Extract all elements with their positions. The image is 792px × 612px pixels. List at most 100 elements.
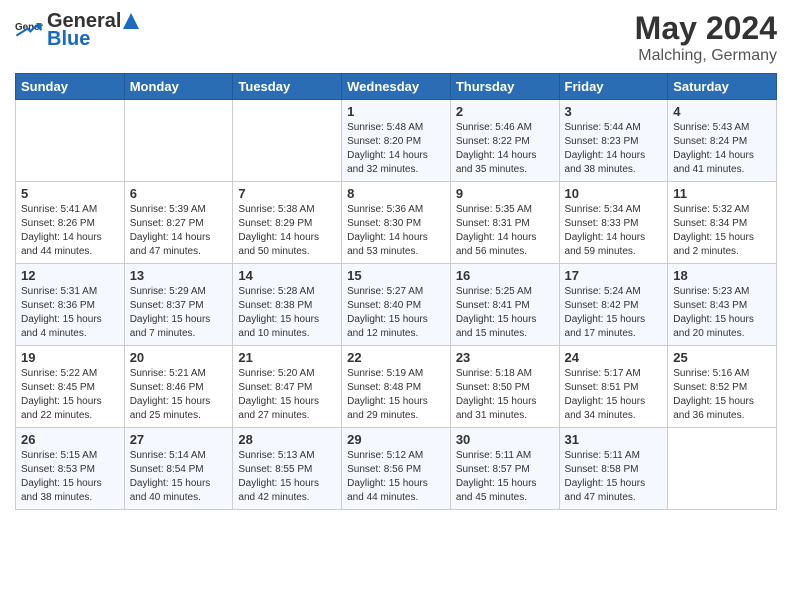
location-subtitle: Malching, Germany <box>635 47 777 65</box>
day-number: 29 <box>347 432 445 447</box>
day-number: 20 <box>130 350 228 365</box>
calendar-cell: 26Sunrise: 5:15 AMSunset: 8:53 PMDayligh… <box>16 428 125 510</box>
day-number: 3 <box>565 104 663 119</box>
day-info: Sunrise: 5:44 AMSunset: 8:23 PMDaylight:… <box>565 121 663 177</box>
calendar-cell: 12 Sunrise: 5:31 AMSunset: 8:36 PMDayligh… <box>16 264 125 346</box>
day-number: 16 <box>456 268 554 283</box>
calendar-cell: 15Sunrise: 5:27 AMSunset: 8:40 PMDayligh… <box>342 264 451 346</box>
day-number: 30 <box>456 432 554 447</box>
day-number: 22 <box>347 350 445 365</box>
calendar-cell: 7 Sunrise: 5:38 AMSunset: 8:29 PMDaylight… <box>233 182 342 264</box>
day-info: Sunrise: 5:21 AMSunset: 8:46 PMDaylight:… <box>130 367 228 423</box>
day-info: Sunrise: 5:35 AMSunset: 8:31 PMDaylight:… <box>456 203 554 259</box>
calendar-header-row: SundayMondayTuesdayWednesdayThursdayFrid… <box>16 74 777 100</box>
calendar-cell: 8Sunrise: 5:36 AMSunset: 8:30 PMDaylight… <box>342 182 451 264</box>
day-info: Sunrise: 5:41 AMSunset: 8:26 PMDaylight:… <box>21 203 119 259</box>
calendar-cell: 9Sunrise: 5:35 AMSunset: 8:31 PMDaylight… <box>450 182 559 264</box>
day-info: Sunrise: 5:17 AMSunset: 8:51 PMDaylight:… <box>565 367 663 423</box>
page-header: General General Blue May 2024 Malching, … <box>15 10 777 65</box>
day-number: 23 <box>456 350 554 365</box>
calendar-week-row: 19 Sunrise: 5:22 AMSunset: 8:45 PMDayligh… <box>16 346 777 428</box>
header-friday: Friday <box>559 74 668 100</box>
day-info: Sunrise: 5:39 AMSunset: 8:27 PMDaylight:… <box>130 203 228 259</box>
day-info: Sunrise: 5:20 AMSunset: 8:47 PMDaylight:… <box>238 367 336 423</box>
day-number: 4 <box>673 104 771 119</box>
day-info: Sunrise: 5:28 AMSunset: 8:38 PMDaylight:… <box>238 285 336 341</box>
title-block: May 2024 Malching, Germany <box>635 10 777 65</box>
day-number: 10 <box>565 186 663 201</box>
day-number: 5 <box>21 186 119 201</box>
day-number: 28 <box>238 432 336 447</box>
day-info: Sunrise: 5:43 AMSunset: 8:24 PMDaylight:… <box>673 121 771 177</box>
day-number: 31 <box>565 432 663 447</box>
header-tuesday: Tuesday <box>233 74 342 100</box>
day-info: Sunrise: 5:38 AMSunset: 8:29 PMDaylight:… <box>238 203 336 259</box>
calendar-cell: 28 Sunrise: 5:13 AMSunset: 8:55 PMDayligh… <box>233 428 342 510</box>
day-info: Sunrise: 5:48 AMSunset: 8:20 PMDaylight:… <box>347 121 445 177</box>
calendar-cell: 1 Sunrise: 5:48 AMSunset: 8:20 PMDaylight… <box>342 100 451 182</box>
calendar-cell: 25 Sunrise: 5:16 AMSunset: 8:52 PMDayligh… <box>668 346 777 428</box>
calendar-cell: 31Sunrise: 5:11 AMSunset: 8:58 PMDayligh… <box>559 428 668 510</box>
day-info: Sunrise: 5:23 AMSunset: 8:43 PMDaylight:… <box>673 285 771 341</box>
header-sunday: Sunday <box>16 74 125 100</box>
calendar-cell <box>233 100 342 182</box>
day-info: Sunrise: 5:31 AMSunset: 8:36 PMDaylight:… <box>21 285 119 341</box>
day-number: 2 <box>456 104 554 119</box>
calendar-cell: 23 Sunrise: 5:18 AMSunset: 8:50 PMDayligh… <box>450 346 559 428</box>
logo-icon: General <box>15 16 43 44</box>
day-info: Sunrise: 5:27 AMSunset: 8:40 PMDaylight:… <box>347 285 445 341</box>
calendar-cell <box>124 100 233 182</box>
header-thursday: Thursday <box>450 74 559 100</box>
day-info: Sunrise: 5:34 AMSunset: 8:33 PMDaylight:… <box>565 203 663 259</box>
header-wednesday: Wednesday <box>342 74 451 100</box>
day-info: Sunrise: 5:22 AMSunset: 8:45 PMDaylight:… <box>21 367 119 423</box>
day-number: 19 <box>21 350 119 365</box>
day-number: 25 <box>673 350 771 365</box>
calendar-cell: 30 Sunrise: 5:11 AMSunset: 8:57 PMDayligh… <box>450 428 559 510</box>
day-info: Sunrise: 5:18 AMSunset: 8:50 PMDaylight:… <box>456 367 554 423</box>
calendar-cell <box>16 100 125 182</box>
calendar-cell: 20 Sunrise: 5:21 AMSunset: 8:46 PMDayligh… <box>124 346 233 428</box>
day-info: Sunrise: 5:19 AMSunset: 8:48 PMDaylight:… <box>347 367 445 423</box>
day-number: 14 <box>238 268 336 283</box>
logo-blue: Blue <box>47 28 141 50</box>
day-number: 12 <box>21 268 119 283</box>
day-number: 27 <box>130 432 228 447</box>
calendar-week-row: 12 Sunrise: 5:31 AMSunset: 8:36 PMDayligh… <box>16 264 777 346</box>
calendar-cell: 27Sunrise: 5:14 AMSunset: 8:54 PMDayligh… <box>124 428 233 510</box>
header-saturday: Saturday <box>668 74 777 100</box>
calendar-week-row: 1 Sunrise: 5:48 AMSunset: 8:20 PMDaylight… <box>16 100 777 182</box>
calendar-week-row: 5 Sunrise: 5:41 AMSunset: 8:26 PMDaylight… <box>16 182 777 264</box>
day-number: 7 <box>238 186 336 201</box>
day-number: 11 <box>673 186 771 201</box>
calendar-cell: 13 Sunrise: 5:29 AMSunset: 8:37 PMDayligh… <box>124 264 233 346</box>
calendar-cell: 11 Sunrise: 5:32 AMSunset: 8:34 PMDayligh… <box>668 182 777 264</box>
calendar-cell: 19 Sunrise: 5:22 AMSunset: 8:45 PMDayligh… <box>16 346 125 428</box>
calendar-week-row: 26Sunrise: 5:15 AMSunset: 8:53 PMDayligh… <box>16 428 777 510</box>
calendar-cell: 14 Sunrise: 5:28 AMSunset: 8:38 PMDayligh… <box>233 264 342 346</box>
day-info: Sunrise: 5:25 AMSunset: 8:41 PMDaylight:… <box>456 285 554 341</box>
calendar-cell: 29Sunrise: 5:12 AMSunset: 8:56 PMDayligh… <box>342 428 451 510</box>
calendar-cell: 2 Sunrise: 5:46 AMSunset: 8:22 PMDaylight… <box>450 100 559 182</box>
day-info: Sunrise: 5:46 AMSunset: 8:22 PMDaylight:… <box>456 121 554 177</box>
header-monday: Monday <box>124 74 233 100</box>
day-number: 1 <box>347 104 445 119</box>
calendar-cell: 4 Sunrise: 5:43 AMSunset: 8:24 PMDaylight… <box>668 100 777 182</box>
calendar-cell: 16 Sunrise: 5:25 AMSunset: 8:41 PMDayligh… <box>450 264 559 346</box>
day-info: Sunrise: 5:16 AMSunset: 8:52 PMDaylight:… <box>673 367 771 423</box>
calendar-cell: 21Sunrise: 5:20 AMSunset: 8:47 PMDayligh… <box>233 346 342 428</box>
calendar-table: SundayMondayTuesdayWednesdayThursdayFrid… <box>15 73 777 510</box>
month-year-title: May 2024 <box>635 10 777 47</box>
logo: General General Blue <box>15 10 141 50</box>
calendar-cell: 6 Sunrise: 5:39 AMSunset: 8:27 PMDaylight… <box>124 182 233 264</box>
calendar-cell: 5 Sunrise: 5:41 AMSunset: 8:26 PMDaylight… <box>16 182 125 264</box>
day-number: 6 <box>130 186 228 201</box>
day-number: 13 <box>130 268 228 283</box>
day-info: Sunrise: 5:13 AMSunset: 8:55 PMDaylight:… <box>238 449 336 505</box>
day-info: Sunrise: 5:32 AMSunset: 8:34 PMDaylight:… <box>673 203 771 259</box>
day-info: Sunrise: 5:36 AMSunset: 8:30 PMDaylight:… <box>347 203 445 259</box>
calendar-cell: 17Sunrise: 5:24 AMSunset: 8:42 PMDayligh… <box>559 264 668 346</box>
day-info: Sunrise: 5:11 AMSunset: 8:57 PMDaylight:… <box>456 449 554 505</box>
day-info: Sunrise: 5:29 AMSunset: 8:37 PMDaylight:… <box>130 285 228 341</box>
day-number: 26 <box>21 432 119 447</box>
